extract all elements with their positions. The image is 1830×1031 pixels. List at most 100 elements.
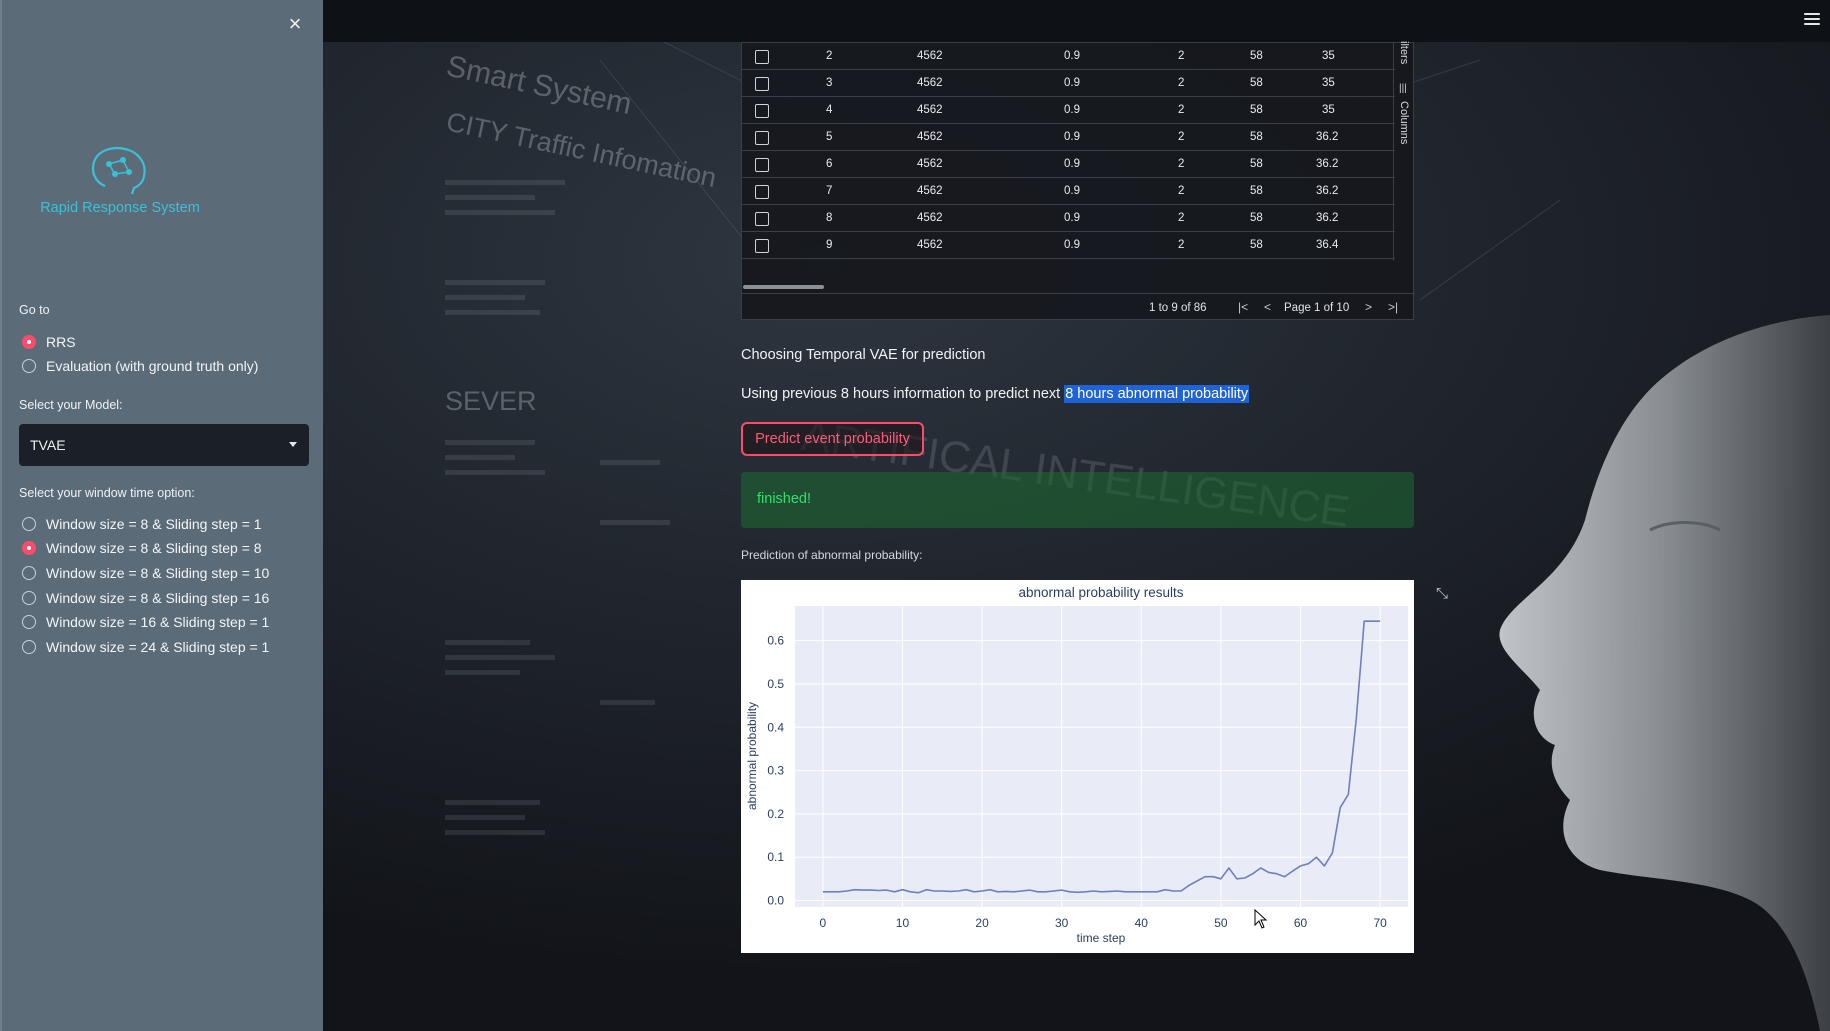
table-cell: 35 <box>1322 77 1335 89</box>
goto-label: Go to <box>19 303 50 317</box>
radio-window-8-16[interactable]: Window size = 8 & Sliding step = 16 <box>22 590 269 606</box>
table-cell: 36.2 <box>1316 185 1339 197</box>
last-page-icon[interactable]: >| <box>1388 300 1398 314</box>
side-panel-strip: ilters ||| Columns <box>1393 41 1413 261</box>
row-checkbox[interactable] <box>755 158 769 172</box>
table-cell: 58 <box>1250 77 1263 89</box>
radio-window-8-10[interactable]: Window size = 8 & Sliding step = 10 <box>22 565 269 581</box>
row-checkbox[interactable] <box>755 77 769 91</box>
table-row: 3 4562 0.9 2 58 35 <box>742 70 1395 97</box>
close-icon[interactable]: × <box>283 12 307 36</box>
row-checkbox[interactable] <box>755 212 769 226</box>
x-tick-label: 20 <box>975 916 989 930</box>
table-cell: 35 <box>1322 104 1335 116</box>
radio-label: Window size = 16 & Sliding step = 1 <box>46 614 270 630</box>
radio-indicator <box>22 615 36 629</box>
success-alert: finished! <box>741 472 1414 528</box>
table-cell: 2 <box>1178 131 1185 143</box>
pagination-summary: 1 to 9 of 86 <box>1149 302 1207 314</box>
data-table: 2 4562 0.9 2 58 35 3 4562 0.9 2 58 35 4 … <box>741 41 1415 320</box>
y-tick-label: 0.0 <box>767 894 784 908</box>
row-checkbox[interactable] <box>755 50 769 64</box>
radio-label: Window size = 8 & Sliding step = 8 <box>46 540 262 556</box>
table-cell: 6 <box>826 158 833 170</box>
table-cell: 4562 <box>917 239 943 251</box>
next-page-icon[interactable]: > <box>1365 300 1372 314</box>
table-cell: 58 <box>1250 239 1263 251</box>
first-page-icon[interactable]: |< <box>1238 300 1248 314</box>
plot-area <box>795 606 1408 907</box>
status-message: finished! <box>757 491 812 507</box>
table-cell: 58 <box>1250 212 1263 224</box>
table-cell: 0.9 <box>1064 77 1080 89</box>
x-tick-label: 50 <box>1214 916 1228 930</box>
model-select[interactable]: TVAE <box>19 424 309 466</box>
table-cell: 4562 <box>917 131 943 143</box>
line-chart: 0 10 20 30 40 50 60 70 0.0 0.1 0.2 0.3 0.4 0.5 0.6 abno… <box>745 585 1408 945</box>
table-cell: 0.9 <box>1064 104 1080 116</box>
x-tick-label: 10 <box>896 916 910 930</box>
description-text: Using previous 8 hours information to pr… <box>741 386 1065 402</box>
table-row: 6 4562 0.9 2 58 36.2 <box>742 151 1395 178</box>
table-row: 2 4562 0.9 2 58 35 <box>742 43 1395 70</box>
horizontal-scrollbar[interactable] <box>742 283 1395 291</box>
radio-indicator <box>22 541 36 555</box>
radio-label: Window size = 8 & Sliding step = 16 <box>46 590 270 606</box>
sidebar: × Rapid Response System Go to RRS Evalua… <box>0 0 323 1031</box>
row-checkbox[interactable] <box>755 131 769 145</box>
table-cell: 0.9 <box>1064 158 1080 170</box>
app-logo: Rapid Response System <box>32 142 208 216</box>
table-cell: 36.2 <box>1316 212 1339 224</box>
table-cell: 8 <box>826 212 833 224</box>
y-tick-label: 0.4 <box>767 720 784 734</box>
y-axis-label: abnormal probability <box>745 702 759 810</box>
radio-indicator <box>22 591 36 605</box>
x-axis-label: time step <box>1077 931 1126 945</box>
table-cell: 36.2 <box>1316 131 1339 143</box>
scrollbar-thumb[interactable] <box>743 285 824 289</box>
row-checkbox[interactable] <box>755 239 769 253</box>
table-cell: 7 <box>826 185 833 197</box>
table-cell: 4562 <box>917 77 943 89</box>
row-checkbox[interactable] <box>755 104 769 118</box>
hamburger-menu-icon[interactable] <box>1804 13 1820 27</box>
table-cell: 0.9 <box>1064 50 1080 62</box>
table-cell: 58 <box>1250 158 1263 170</box>
table-row: 8 4562 0.9 2 58 36.2 <box>742 205 1395 232</box>
window-label: Select your window time option: <box>19 486 195 500</box>
table-cell: 4562 <box>917 50 943 62</box>
table-cell: 35 <box>1322 50 1335 62</box>
table-cell: 58 <box>1250 185 1263 197</box>
radio-indicator <box>22 335 36 349</box>
table-cell: 0.9 <box>1064 239 1080 251</box>
table-row: 5 4562 0.9 2 58 36.2 <box>742 124 1395 151</box>
table-cell: 4562 <box>917 104 943 116</box>
table-cell: 2 <box>1178 50 1185 62</box>
radio-goto-rrs[interactable]: RRS <box>22 334 76 350</box>
table-cell: 2 <box>826 50 833 62</box>
mouse-cursor-icon <box>1254 909 1268 929</box>
pagination-page: Page 1 of 10 <box>1284 302 1350 314</box>
radio-window-16-1[interactable]: Window size = 16 & Sliding step = 1 <box>22 614 269 630</box>
row-checkbox[interactable] <box>755 185 769 199</box>
table-row: 4 4562 0.9 2 58 35 <box>742 97 1395 124</box>
logo-text: Rapid Response System <box>40 200 200 216</box>
radio-goto-evaluation[interactable]: Evaluation (with ground truth only) <box>22 358 258 374</box>
previous-page-icon[interactable]: < <box>1264 300 1271 314</box>
fullscreen-expand-icon[interactable]: ⤡ <box>1431 583 1453 605</box>
table-cell: 9 <box>826 239 833 251</box>
radio-window-24-1[interactable]: Window size = 24 & Sliding step = 1 <box>22 639 269 655</box>
radio-window-8-8[interactable]: Window size = 8 & Sliding step = 8 <box>22 540 262 556</box>
table-cell: 0.9 <box>1064 212 1080 224</box>
brain-network-logo-icon <box>91 146 146 195</box>
predict-event-probability-button[interactable]: Predict event probability <box>741 422 924 456</box>
y-tick-label: 0.3 <box>767 764 784 778</box>
table-cell: 4562 <box>917 158 943 170</box>
table-cell: 36.4 <box>1316 239 1339 251</box>
radio-label: Window size = 8 & Sliding step = 10 <box>46 565 270 581</box>
radio-window-8-1[interactable]: Window size = 8 & Sliding step = 1 <box>22 516 262 532</box>
filters-tab[interactable]: ilters <box>1398 41 1410 64</box>
x-tick-label: 0 <box>820 916 827 930</box>
columns-tab[interactable]: Columns <box>1398 101 1410 144</box>
table-row: 9 4562 0.9 2 58 36.4 <box>742 232 1395 259</box>
